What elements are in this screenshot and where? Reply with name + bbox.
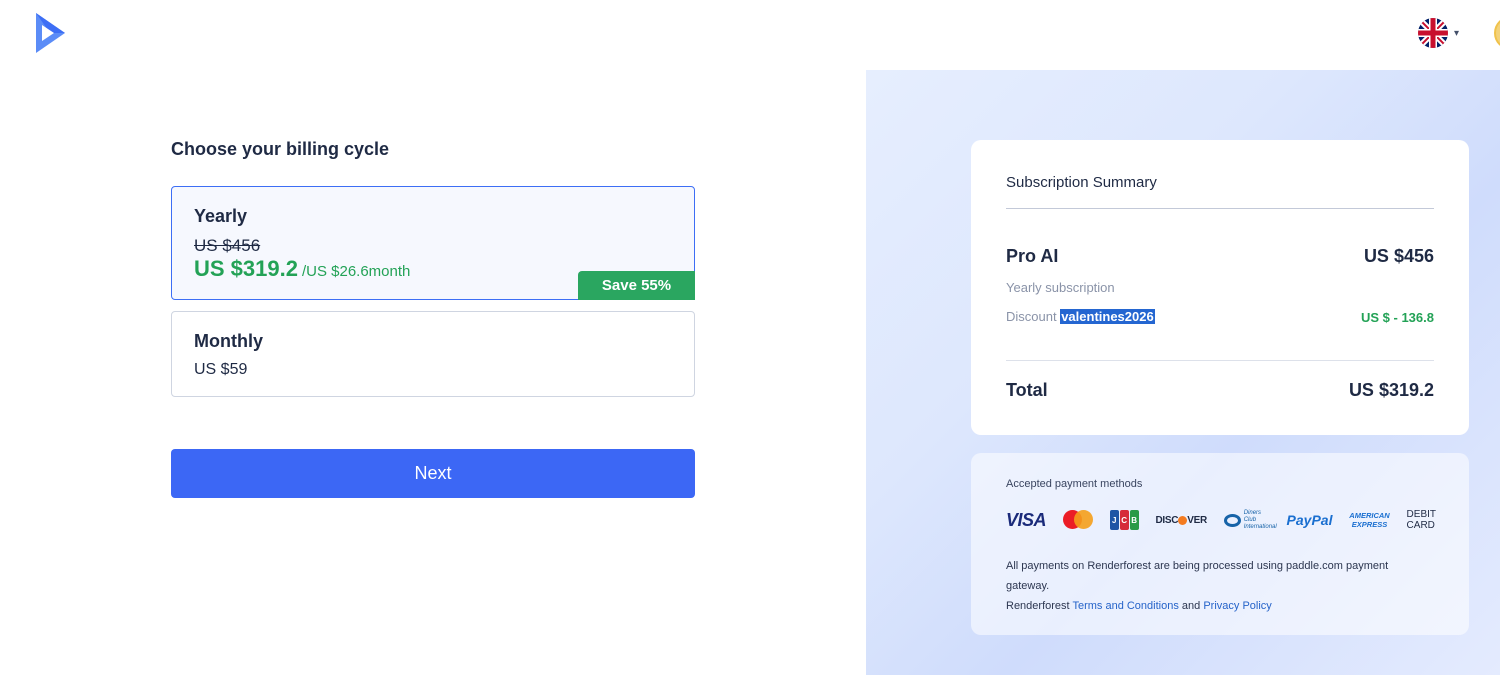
divider [1006,360,1434,361]
diners-club-icon: Diners Club International [1223,510,1277,531]
visa-icon: VISA [1006,509,1047,530]
paypal-icon: PayPal [1286,512,1333,528]
discount-label: Discount [1006,309,1057,324]
mastercard-icon [1062,510,1093,530]
debit-card-icon: DEBIT CARD [1406,509,1436,531]
discover-icon: DISC VER [1155,514,1208,526]
renderforest-logo-icon[interactable] [32,11,68,55]
payment-note-text: All payments on Renderforest are being p… [1006,560,1389,592]
total-value: US $319.2 [1348,380,1434,400]
product-price: US $456 [1363,246,1434,266]
save-badge: Save 55% [578,271,695,300]
plan-price-row: US $319.2 /US $26.6month [194,256,410,282]
terms-link[interactable]: Terms and Conditions [1072,600,1178,612]
product-name: Pro AI [1006,246,1059,266]
subscription-summary-card: Subscription Summary Pro AI US $456 Year… [971,140,1469,435]
billing-cycle-title: Choose your billing cycle [171,139,390,159]
plan-new-price: US $319.2 [194,256,298,281]
language-selector[interactable]: ▾ [1418,18,1459,48]
plan-option-monthly[interactable]: Monthly US $59 [171,311,695,397]
plan-per-month-price: /US $26.6month [301,263,411,280]
payment-methods-card: Accepted payment methods VISA JCB DISC VE… [971,453,1469,635]
plan-price: US $59 [194,361,248,378]
plan-name: Monthly [194,331,263,351]
next-button[interactable]: Next [171,449,695,498]
plan-name: Yearly [194,206,248,226]
uk-flag-icon [1418,18,1448,48]
payment-methods-title: Accepted payment methods [1006,478,1143,490]
total-label: Total [1006,380,1048,400]
payment-note-prefix: Renderforest [1006,600,1070,612]
jcb-icon: JCB [1109,510,1139,530]
discount-value: US $ - 136.8 [1361,310,1434,325]
subscription-type: Yearly subscription [1006,280,1115,295]
avatar[interactable] [1494,16,1500,50]
payment-logos: VISA JCB DISC VER Diners Club Internation… [1006,508,1436,532]
payment-note: All payments on Renderforest are being p… [1006,556,1426,616]
privacy-policy-link[interactable]: Privacy Policy [1203,600,1271,612]
plan-option-yearly[interactable]: Yearly US $456 US $319.2 /US $26.6month … [171,186,695,300]
payment-note-and: and [1181,600,1201,612]
discount-row: Discount valentines2026 [1006,309,1155,324]
summary-title: Subscription Summary [1006,174,1157,191]
american-express-icon: AMERICAN EXPRESS [1349,511,1390,529]
discount-code: valentines2026 [1060,309,1155,324]
chevron-down-icon: ▾ [1454,27,1460,39]
plan-old-price: US $456 [194,236,261,255]
divider [1006,208,1434,209]
